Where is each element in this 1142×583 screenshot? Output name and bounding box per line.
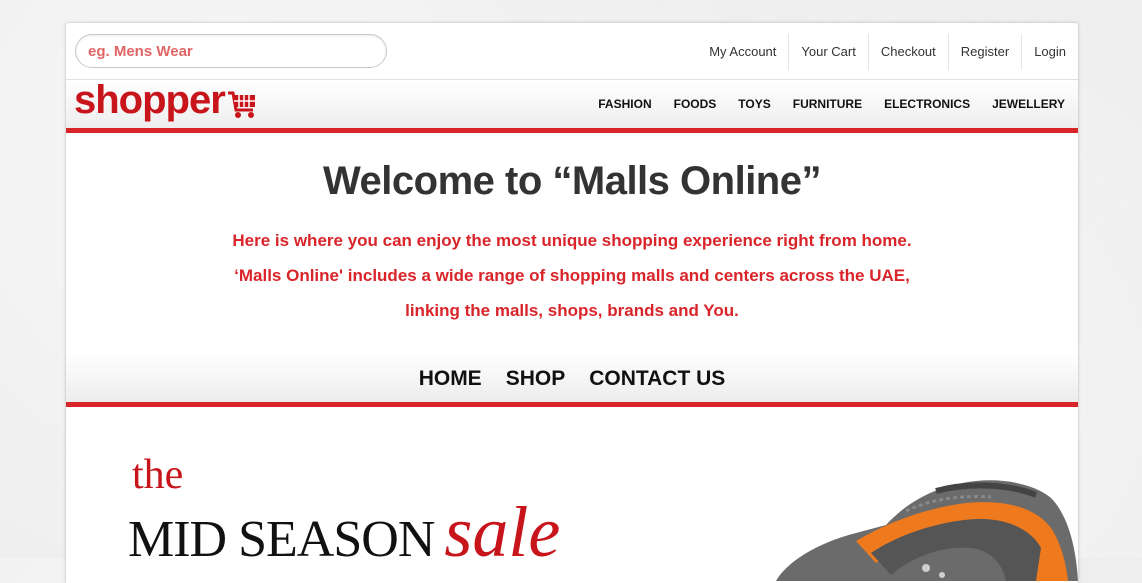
page-container: My Account Your Cart Checkout Register L… [66,23,1078,583]
category-furniture[interactable]: FURNITURE [782,80,873,128]
category-fashion[interactable]: FASHION [587,80,662,128]
welcome-section: Welcome to “Malls Online” [66,159,1078,204]
promo-sale-text: sale [444,492,561,572]
category-jewellery[interactable]: JEWELLERY [981,80,1076,128]
main-nav: HOME SHOP CONTACT US [66,353,1078,407]
shopping-cart-icon [227,91,255,118]
top-bar: My Account Your Cart Checkout Register L… [66,23,1078,79]
nav-shop[interactable]: SHOP [494,353,578,402]
my-account-link[interactable]: My Account [697,34,788,70]
account-links: My Account Your Cart Checkout Register L… [697,34,1078,70]
promo-banner[interactable]: the MID SEASON sale [128,452,561,574]
site-logo[interactable]: shopper [74,78,257,123]
search-input[interactable] [75,34,387,68]
category-menu: FASHION FOODS TOYS FURNITURE ELECTRONICS… [587,80,1076,128]
promo-the-text: the [132,452,184,498]
intro-line-2: ‘Malls Online' includes a wide range of … [234,266,910,285]
nav-home[interactable]: HOME [407,353,494,402]
checkout-link[interactable]: Checkout [867,34,948,70]
category-navbar: shopper FASHION FOODS TOYS FURNITURE ELE… [66,78,1078,133]
category-electronics[interactable]: ELECTRONICS [873,80,981,128]
login-link[interactable]: Login [1021,34,1078,70]
nav-contact-us[interactable]: CONTACT US [577,353,737,402]
your-cart-link[interactable]: Your Cart [788,34,867,70]
category-foods[interactable]: FOODS [663,80,728,128]
logo-text: shopper [74,78,226,122]
welcome-heading: Welcome to “Malls Online” [323,159,821,203]
register-link[interactable]: Register [947,34,1021,70]
category-toys[interactable]: TOYS [727,80,781,128]
intro-line-3: linking the malls, shops, brands and You… [405,301,739,320]
sandal-image [776,480,1078,581]
intro-line-1: Here is where you can enjoy the most uni… [232,231,912,250]
intro-text: Here is where you can enjoy the most uni… [66,223,1078,328]
promo-mid-season-text: MID SEASON [128,511,435,568]
